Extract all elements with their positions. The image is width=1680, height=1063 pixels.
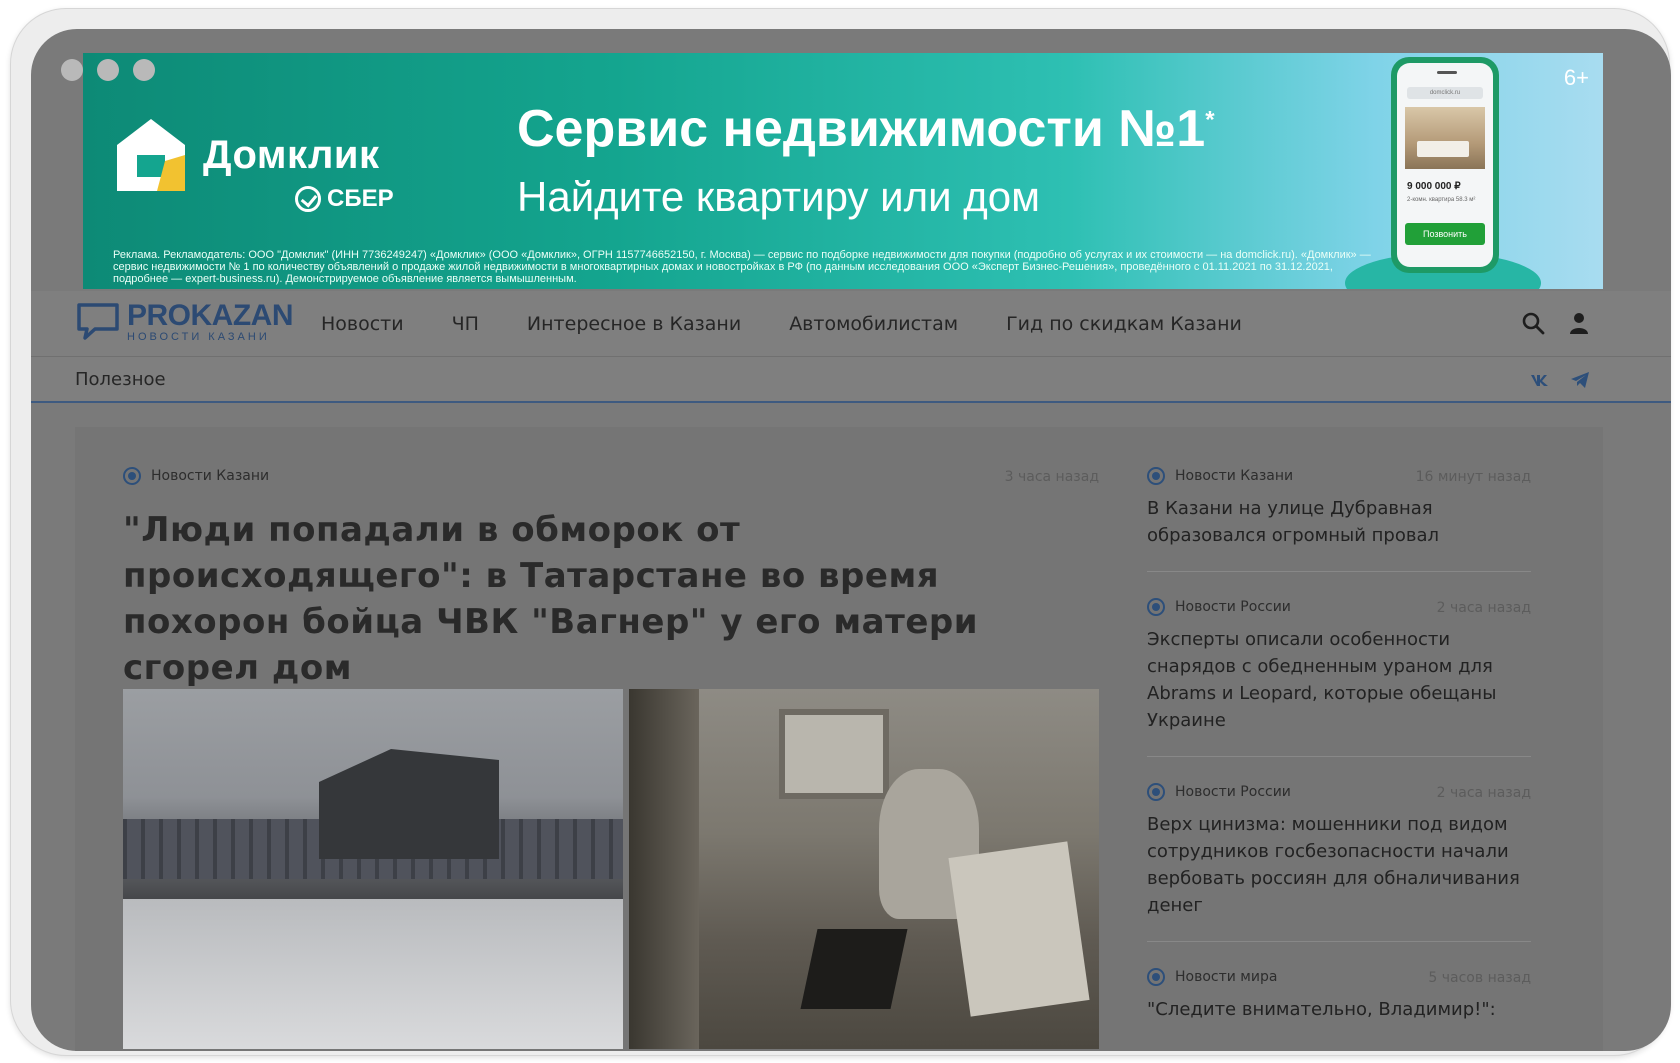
item-category-label: Новости России <box>1175 599 1291 615</box>
list-item[interactable]: Новости России 2 часа назад Верх цинизма… <box>1147 783 1531 942</box>
sub-nav-useful[interactable]: Полезное <box>75 369 166 390</box>
sber-check-icon <box>295 186 321 212</box>
sub-navigation: Полезное <box>31 357 1671 403</box>
category-dot-icon <box>1147 783 1165 801</box>
photo-burned-house <box>123 689 623 1049</box>
item-category-label: Новости мира <box>1175 969 1278 985</box>
item-title[interactable]: Эксперты описали особенности снарядов с … <box>1147 626 1531 734</box>
domclick-logo-icon <box>117 119 185 191</box>
item-title[interactable]: Верх цинизма: мошенники под видом сотруд… <box>1147 811 1531 919</box>
article-photo[interactable] <box>123 689 1099 1049</box>
site-logo[interactable]: PROKAZAN НОВОСТИ КАЗАНИ <box>75 299 294 343</box>
article-time: 3 часа назад <box>1004 469 1099 485</box>
nav-item-incidents[interactable]: ЧП <box>452 313 479 335</box>
phone-listing-image <box>1405 107 1485 169</box>
category-dot-icon <box>1147 598 1165 616</box>
header-actions <box>1521 311 1591 335</box>
window-minimize-dot[interactable] <box>97 59 119 81</box>
ad-headline: Сервис недвижимости №1* <box>517 99 1215 159</box>
article-title[interactable]: "Люди попадали в обморок от происходящег… <box>123 507 1099 691</box>
phone-url: domclick.ru <box>1407 87 1483 99</box>
window-maximize-dot[interactable] <box>133 59 155 81</box>
ad-headline-mark: * <box>1205 106 1215 134</box>
photo-door <box>629 689 699 1049</box>
photo-house-ruin <box>319 749 499 859</box>
ad-sber: СБЕР <box>295 185 394 213</box>
category-dot-icon <box>123 467 141 485</box>
category-dot-icon <box>1147 467 1165 485</box>
photo-snow <box>123 899 623 1049</box>
search-icon[interactable] <box>1521 311 1545 335</box>
device-frame: Домклик СБЕР Сервис недвижимости №1* Най… <box>10 8 1671 1056</box>
item-category-label: Новости России <box>1175 784 1291 800</box>
nav-item-discounts[interactable]: Гид по скидкам Казани <box>1006 313 1242 335</box>
nav-item-interesting[interactable]: Интересное в Казани <box>527 313 741 335</box>
item-title[interactable]: "Следите внимательно, Владимир!": <box>1147 996 1531 1023</box>
main-nav: Новости ЧП Интересное в Казани Автомобил… <box>321 291 1242 357</box>
vk-icon[interactable] <box>1529 369 1551 391</box>
news-feed-sidebar: Новости Казани 16 минут назад В Казани н… <box>1147 467 1531 1051</box>
window-close-dot[interactable] <box>61 59 83 81</box>
list-item[interactable]: Новости мира 5 часов назад "Следите вним… <box>1147 968 1531 1045</box>
list-item[interactable]: Новости Казани 16 минут назад В Казани н… <box>1147 467 1531 572</box>
phone-meta: 2-комн. квартира 58.3 м² <box>1407 197 1476 203</box>
article-category[interactable]: Новости Казани <box>123 467 1099 485</box>
site-header: PROKAZAN НОВОСТИ КАЗАНИ Новости ЧП Интер… <box>31 291 1671 357</box>
nav-item-news[interactable]: Новости <box>321 313 404 335</box>
item-time: 2 часа назад <box>1436 600 1531 616</box>
phone-call-button: Позвонить <box>1405 223 1485 245</box>
ad-headline-text: Сервис недвижимости №1 <box>517 100 1206 158</box>
photo-floor-hole <box>800 929 908 1009</box>
item-time: 16 минут назад <box>1415 469 1531 485</box>
photo-window <box>779 709 889 799</box>
phone-price: 9 000 000 ₽ <box>1407 181 1461 192</box>
category-dot-icon <box>1147 968 1165 986</box>
list-item[interactable]: Новости России 2 часа назад Эксперты опи… <box>1147 598 1531 757</box>
item-time: 2 часа назад <box>1436 785 1531 801</box>
photo-board <box>948 841 1090 1017</box>
social-links <box>1529 369 1591 391</box>
user-icon[interactable] <box>1567 311 1591 335</box>
ad-age-rating: 6+ <box>1563 65 1589 90</box>
content-area: Новости Казани 3 часа назад "Люди попада… <box>75 427 1603 1051</box>
browser-screen: Домклик СБЕР Сервис недвижимости №1* Най… <box>31 29 1671 1051</box>
ad-subheadline: Найдите квартиру или дом <box>517 173 1041 220</box>
nav-item-motorists[interactable]: Автомобилистам <box>789 313 958 335</box>
article-category-label: Новости Казани <box>151 468 270 484</box>
item-category-label: Новости Казани <box>1175 468 1294 484</box>
item-time: 5 часов назад <box>1428 970 1531 986</box>
ad-phone-mockup: domclick.ru 9 000 000 ₽ 2-комн. квартира… <box>1391 57 1499 273</box>
item-title[interactable]: В Казани на улице Дубравная образовался … <box>1147 495 1531 549</box>
photo-interior <box>629 689 1099 1049</box>
ad-sber-label: СБЕР <box>327 185 394 212</box>
window-controls <box>61 59 155 81</box>
logo-text: PROKAZAN <box>127 299 294 332</box>
ad-banner[interactable]: Домклик СБЕР Сервис недвижимости №1* Най… <box>83 53 1603 289</box>
ad-brand: Домклик <box>203 133 380 177</box>
phone-notch <box>1437 71 1457 74</box>
logo-subtitle: НОВОСТИ КАЗАНИ <box>127 331 270 343</box>
featured-article[interactable]: Новости Казани 3 часа назад "Люди попада… <box>123 467 1099 1049</box>
chat-bubble-icon <box>77 303 119 340</box>
ad-legal-text: Реклама. Рекламодатель: ООО "Домклик" (И… <box>113 249 1371 285</box>
telegram-icon[interactable] <box>1569 369 1591 391</box>
